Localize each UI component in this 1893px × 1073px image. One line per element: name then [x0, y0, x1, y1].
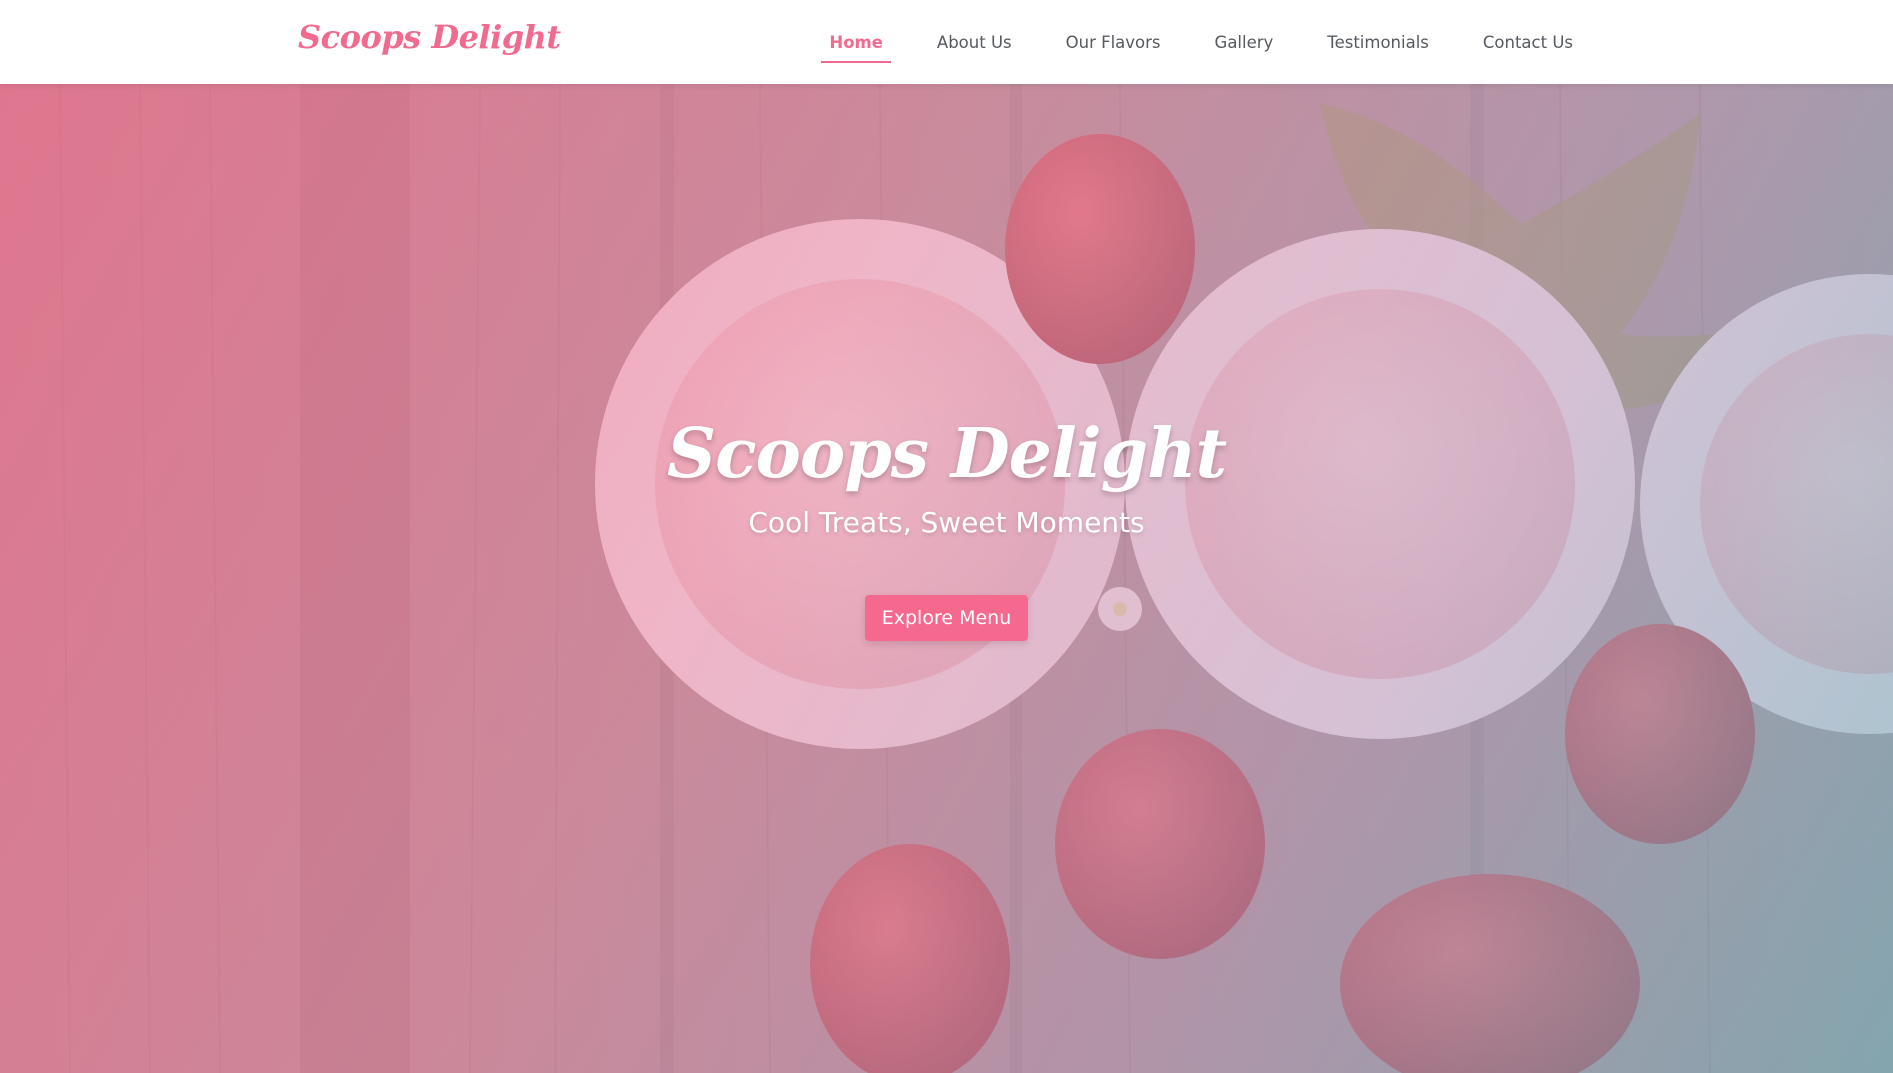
hero-subtitle: Cool Treats, Sweet Moments	[748, 505, 1145, 539]
nav-our-flavors[interactable]: Our Flavors	[1058, 27, 1169, 58]
main-nav: Home About Us Our Flavors Gallery Testim…	[783, 0, 1581, 84]
nav-gallery[interactable]: Gallery	[1207, 27, 1282, 58]
nav-about-us[interactable]: About Us	[929, 27, 1020, 58]
explore-menu-button[interactable]: Explore Menu	[864, 594, 1029, 641]
nav-contact-us[interactable]: Contact Us	[1475, 27, 1581, 58]
nav-testimonials[interactable]: Testimonials	[1319, 27, 1437, 58]
nav-home[interactable]: Home	[821, 27, 891, 63]
hero-title: Scoops Delight	[666, 414, 1227, 494]
hero-section: Scoops Delight Cool Treats, Sweet Moment…	[0, 84, 1893, 1073]
page: Scoops Delight Home About Us Our Flavors…	[0, 0, 1893, 1073]
hero-content: Scoops Delight Cool Treats, Sweet Moment…	[0, 414, 1893, 641]
navbar: Scoops Delight Home About Us Our Flavors…	[0, 0, 1893, 84]
brand-logo[interactable]: Scoops Delight	[298, 18, 561, 56]
